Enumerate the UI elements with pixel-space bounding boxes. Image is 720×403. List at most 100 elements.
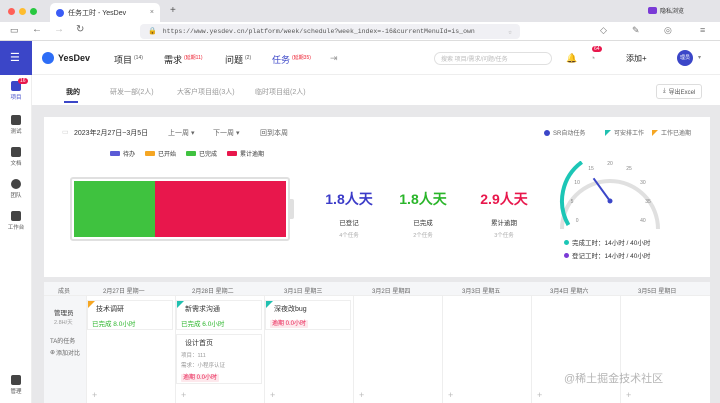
stat-registered: 1.8人天 已登记 4个任务 [324,189,374,239]
date-range: 2023年2月27日~3月5日 [74,130,149,137]
tab-close-icon[interactable]: × [150,9,154,16]
nav-projects[interactable]: 项目 (14) [114,53,143,66]
admin-icon [11,375,21,385]
prev-week-button[interactable]: 上一周 ▾ [168,128,194,138]
add-task-icon[interactable]: + [448,390,453,400]
task-title: 技术调研 [96,306,124,313]
todo-work-legend: 可安排工作 [605,128,644,137]
sidebar-item-label: 管理 [10,389,22,395]
task-title: 深夜改bug [274,306,307,313]
member-tasks-link[interactable]: TA的任务 [50,336,75,345]
extensions-icon[interactable]: ✎ [632,25,640,36]
maximize-window-icon[interactable] [30,8,37,15]
chevron-down-icon[interactable]: ▾ [698,54,701,61]
teal-dot-icon [564,239,569,245]
task-card[interactable]: 新需求沟通 已完成 6.0小时 [176,300,262,330]
url-text: https://www.yesdev.cn/platform/week/sche… [162,28,475,35]
sidebar-toggle-icon[interactable]: ▭ [10,25,19,36]
add-task-icon[interactable]: + [92,390,97,400]
nav-tasks[interactable]: 任务 (延期35) [272,53,311,66]
tab-mine[interactable]: 我的 [66,87,80,97]
private-mask-icon [648,7,657,14]
browser-tab[interactable]: 任务工时 - YesDev × [50,3,160,22]
account-icon[interactable]: ◎ [664,25,672,36]
sidebar-item-admin[interactable]: 管理 [0,375,32,395]
day-header: 3月1日 星期三 [284,289,323,295]
member-rate: 2.8H/天 [54,320,73,326]
workbench-icon [11,211,21,221]
add-circle-icon: ⊕ [50,350,56,356]
task-status: 逾期 0.0小时 [270,320,309,328]
export-nav-icon[interactable]: ⇥ [330,53,338,64]
notification-icon[interactable]: ◔ [590,53,595,63]
add-task-icon[interactable]: + [537,390,542,400]
watermark: @稀土掘金技术社区 [564,373,664,385]
menu-icon[interactable]: ≡ [700,25,705,35]
browser-tab-bar: 任务工时 - YesDev × + 隐私浏览 [0,0,720,22]
back-icon[interactable]: ← [32,24,42,35]
new-tab-button[interactable]: + [170,5,176,16]
search-input[interactable]: 搜索 项目/需求/问题/任务 [434,52,552,65]
sidebar-item-docs[interactable]: 文档 [0,147,32,167]
add-task-icon[interactable]: + [181,390,186,400]
task-status: 已完成 8.0小时 [92,321,136,328]
workload-gauge: 0 5 10 15 20 25 30 35 40 [560,161,660,230]
sidebar-item-label: 文档 [10,161,22,167]
add-button[interactable]: 添加+ [626,53,647,64]
add-task-icon[interactable]: + [270,390,275,400]
logo[interactable]: YesDev [42,52,90,64]
nav-requirements[interactable]: 需求 (延期11) [164,53,203,66]
stat-label: 已登记 [339,220,359,227]
shield-icon[interactable]: ◇ [600,25,607,36]
lock-icon: 🔒 [148,28,157,36]
bookmark-star-icon[interactable]: ☆ [508,28,512,36]
avatar[interactable]: 理员 [677,50,693,66]
summary-panel: ▭ 2023年2月27日~3月5日 上一周 ▾ 下一周 ▾ 回到本周 SR自动任… [44,117,710,277]
nav-issues[interactable]: 问题 (2) [225,53,251,66]
stat-sub: 4个任务 [339,233,359,239]
current-week-button[interactable]: 回到本周 [260,128,288,138]
gauge-tick-label: 20 [607,161,613,167]
purple-dot-icon [564,252,569,258]
stat-value: 1.8人天 [399,191,447,207]
gauge-hub [607,198,613,204]
task-card[interactable]: 设计首页 项目：111 需求：小程序认证 逾期 0.0小时 [176,334,262,384]
reload-icon[interactable]: ↻ [76,24,84,35]
address-bar[interactable]: 🔒 https://www.yesdev.cn/platform/week/sc… [140,24,520,39]
export-excel-button[interactable]: ⤓ 导出Excel [656,84,703,99]
add-task-icon[interactable]: + [359,390,364,400]
sidebar-item-workbench[interactable]: 工作台 [0,211,32,231]
app-header: ☰ YesDev 项目 (14) 需求 (延期11) 问题 (2) 任务 (延期35) … [0,41,720,75]
tab-key-account[interactable]: 大客户项目组(3人) [177,87,235,97]
sidebar-item-project[interactable]: 项目 16 [0,78,32,101]
stat-label: 累计逾期 [491,220,517,227]
task-card[interactable]: 深夜改bug 逾期 0.0小时 [265,300,351,330]
forward-icon[interactable]: → [54,24,64,35]
schedule-grid: 成员 2月27日 星期一 2月28日 星期二 3月1日 星期三 3月2日 星期四… [44,282,710,403]
bell-icon[interactable]: 🔔 [566,53,577,64]
browser-nav-bar: ▭ ← → ↻ 🔒 https://www.yesdev.cn/platform… [0,22,720,41]
next-week-button[interactable]: 下一周 ▾ [213,128,239,138]
task-card[interactable]: 技术调研 已完成 8.0小时 [87,300,173,330]
sidebar-item-label: 团队 [10,193,22,199]
sidebar-item-team[interactable]: 团队 [0,179,32,199]
calendar-icon: ▭ [62,129,69,136]
close-window-icon[interactable] [8,8,15,15]
legend-done: 已完成 [186,149,217,158]
gauge-tick-label: 40 [640,218,646,224]
minimize-window-icon[interactable] [19,8,26,15]
overdue-bar-segment [154,181,286,237]
sidebar-item-test[interactable]: 测试 [0,115,32,135]
registered-hours: 登记工时：14小时 / 40小时 [564,250,650,260]
tab-rd-dept[interactable]: 研发一部(2人) [110,87,154,97]
private-browsing: 隐私浏览 [648,6,684,15]
search-placeholder: 搜索 项目/需求/问题/任务 [441,57,508,63]
battery-tip [290,199,294,219]
tab-temp-group[interactable]: 临时项目组(2人) [255,87,306,97]
add-compare-button[interactable]: ⊕ 添加对比 [50,348,80,357]
sidebar: 项目 16 测试 文档 团队 工作台 管理 [0,75,32,403]
gauge-tick-label: 0 [576,218,579,224]
add-task-icon[interactable]: + [626,390,631,400]
menu-collapse-button[interactable]: ☰ [0,41,32,75]
task-status: 已完成 6.0小时 [181,321,225,328]
